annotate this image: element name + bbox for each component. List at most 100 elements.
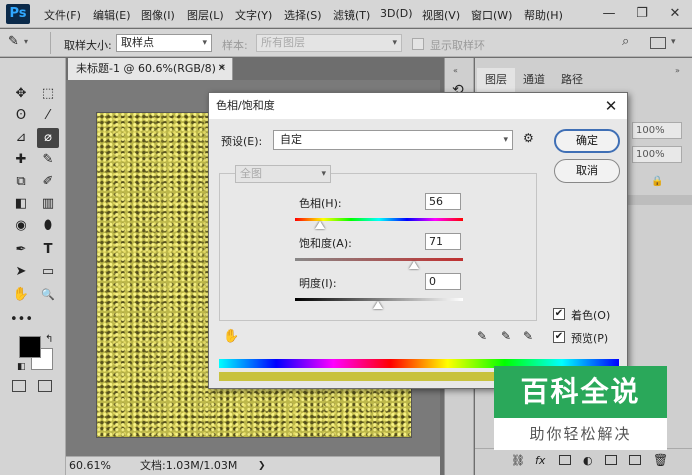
options-bar: ✎ ▾ 取样大小: 取样点 ▾ 样本: 所有图层 ▾ 显示取样环 ⌕ ▾ — [0, 29, 692, 57]
blur-tool-icon[interactable]: ◉ — [10, 216, 32, 236]
gradient-tool-icon[interactable]: ▥ — [37, 194, 59, 214]
chevron-right-icon[interactable]: ❯ — [258, 457, 266, 475]
tab-channels[interactable]: 通道 — [515, 68, 553, 92]
eyedropper-icon[interactable]: ✎ — [8, 34, 19, 49]
menu-type[interactable]: 文字(Y) — [235, 7, 272, 23]
history-brush-tool-icon[interactable]: ✐ — [37, 172, 59, 192]
eyedropper-plus-icon[interactable]: ✎ — [501, 329, 511, 343]
lightness-input[interactable]: 0 — [425, 273, 461, 290]
settings-gear-icon[interactable]: ⚙ — [523, 131, 534, 145]
lightness-slider-thumb[interactable] — [373, 301, 383, 309]
menu-help[interactable]: 帮助(H) — [524, 7, 563, 23]
menu-3d[interactable]: 3D(D) — [380, 7, 413, 20]
collapse-icon[interactable]: » — [675, 66, 680, 75]
mask-icon[interactable] — [559, 455, 571, 465]
quick-mask-icon[interactable] — [12, 380, 26, 392]
workspace-icon[interactable] — [650, 37, 666, 49]
fill-field[interactable]: 100% — [632, 146, 682, 163]
pen-tool-icon[interactable]: ✒ — [10, 240, 32, 260]
preview-checkbox[interactable]: ✔ — [553, 331, 565, 343]
eyedropper-icon[interactable]: ✎ — [477, 329, 487, 343]
chevron-down-icon[interactable]: ▾ — [24, 37, 28, 46]
menu-image[interactable]: 图像(I) — [141, 7, 175, 23]
document-info: 文档:1.03M/1.03M — [140, 459, 238, 472]
chevron-down-icon[interactable]: ▾ — [671, 37, 676, 47]
close-tab-icon[interactable]: ✕ — [218, 58, 226, 80]
menu-select[interactable]: 选择(S) — [284, 7, 322, 23]
document-tab[interactable]: 未标题-1 @ 60.6%(RGB/8) * ✕ — [68, 58, 233, 80]
new-layer-icon[interactable] — [629, 455, 641, 465]
eraser-tool-icon[interactable]: ◧ — [10, 194, 32, 214]
lasso-tool-icon[interactable]: ʘ — [10, 106, 32, 126]
marquee-tool-icon[interactable]: ⬚ — [37, 84, 59, 104]
preset-select[interactable]: 自定 ▾ — [273, 130, 513, 150]
dodge-tool-icon[interactable]: ⬮ — [37, 216, 59, 236]
hue-slider-thumb[interactable] — [315, 221, 325, 229]
menu-window[interactable]: 窗口(W) — [471, 7, 512, 23]
layers-footer: ⛓ fx ◐ 🗑 — [475, 448, 692, 475]
hue-input[interactable]: 56 — [425, 193, 461, 210]
adjustment-icon[interactable]: ◐ — [583, 454, 593, 467]
watermark-title: 百科全说 — [494, 366, 667, 418]
path-selection-tool-icon[interactable]: ➤ — [10, 262, 32, 282]
hand-tool-icon[interactable]: ✋ — [10, 285, 32, 305]
menu-bar: Ps 文件(F) 编辑(E) 图像(I) 图层(L) 文字(Y) 选择(S) 滤… — [0, 0, 692, 28]
menu-view[interactable]: 视图(V) — [422, 7, 460, 23]
default-colors-icon[interactable]: ◧ — [17, 362, 26, 372]
screen-mode-icon[interactable] — [38, 380, 52, 392]
trash-icon[interactable]: 🗑 — [653, 453, 668, 467]
sample-label: 样本: — [222, 39, 248, 52]
menu-file[interactable]: 文件(F) — [44, 7, 81, 23]
restore-button[interactable]: ❐ — [627, 0, 657, 28]
fx-icon[interactable]: fx — [535, 454, 545, 467]
ok-button[interactable]: 确定 — [554, 129, 620, 153]
hue-label: 色相(H): — [299, 197, 342, 210]
dialog-title-bar[interactable]: 色相/饱和度 — [209, 93, 627, 119]
rectangle-tool-icon[interactable]: ▭ — [37, 262, 59, 282]
cancel-button[interactable]: 取消 — [554, 159, 620, 183]
close-window-button[interactable]: ✕ — [660, 0, 690, 28]
sample-value: 所有图层 — [261, 36, 305, 49]
search-icon[interactable]: ⌕ — [622, 34, 629, 49]
menu-edit[interactable]: 编辑(E) — [93, 7, 131, 23]
eyedropper-minus-icon[interactable]: ✎ — [523, 329, 533, 343]
healing-brush-tool-icon[interactable]: ✚ — [10, 150, 32, 170]
opacity-field[interactable]: 100% — [632, 122, 682, 139]
colorize-checkbox[interactable]: ✔ — [553, 308, 565, 320]
collapse-icon[interactable]: « — [453, 66, 458, 75]
group-icon[interactable] — [605, 455, 617, 465]
menu-layer[interactable]: 图层(L) — [187, 7, 224, 23]
sample-size-select[interactable]: 取样点 ▾ — [116, 34, 212, 52]
saturation-input[interactable]: 71 — [425, 233, 461, 250]
saturation-slider-thumb[interactable] — [409, 261, 419, 269]
type-tool-icon[interactable]: T — [37, 240, 59, 260]
channel-select[interactable]: 全图 ▾ — [235, 165, 331, 183]
magic-wand-tool-icon[interactable]: ⁄ — [37, 106, 59, 126]
sample-size-label: 取样大小: — [64, 39, 112, 52]
crop-tool-icon[interactable]: ⊿ — [10, 128, 32, 148]
lock-icon: 🔒 — [651, 176, 664, 187]
hand-adjust-icon[interactable]: ✋ — [223, 329, 239, 344]
zoom-level[interactable]: 60.61% — [69, 457, 111, 475]
zoom-tool-icon[interactable]: 🔍 — [37, 285, 59, 305]
move-tool-icon[interactable]: ✥ — [10, 84, 32, 104]
eyedropper-tool-icon[interactable]: ⌀ — [37, 128, 59, 148]
swap-colors-icon[interactable]: ↰ — [45, 334, 53, 345]
dialog-close-button[interactable]: ✕ — [601, 93, 621, 119]
more-tools-icon[interactable]: ••• — [10, 310, 33, 330]
colorize-label: 着色(O) — [571, 309, 611, 322]
tab-paths[interactable]: 路径 — [553, 68, 591, 92]
photoshop-logo: Ps — [6, 4, 30, 24]
tab-layers[interactable]: 图层 — [477, 68, 515, 92]
watermark-logo: 百科全说 助你轻松解决 — [494, 366, 667, 450]
sample-select[interactable]: 所有图层 ▾ — [256, 34, 402, 52]
clone-stamp-tool-icon[interactable]: ⧉ — [10, 172, 32, 192]
link-layers-icon[interactable]: ⛓ — [511, 454, 525, 467]
status-bar: 60.61% 文档:1.03M/1.03M ❯ — [66, 456, 440, 475]
menu-filter[interactable]: 滤镜(T) — [333, 7, 370, 23]
show-ring-checkbox[interactable] — [412, 38, 424, 50]
minimize-button[interactable]: — — [594, 0, 624, 28]
saturation-slider-track[interactable] — [295, 258, 463, 261]
brush-tool-icon[interactable]: ✎ — [37, 150, 59, 170]
foreground-color-swatch-front[interactable] — [19, 336, 41, 358]
